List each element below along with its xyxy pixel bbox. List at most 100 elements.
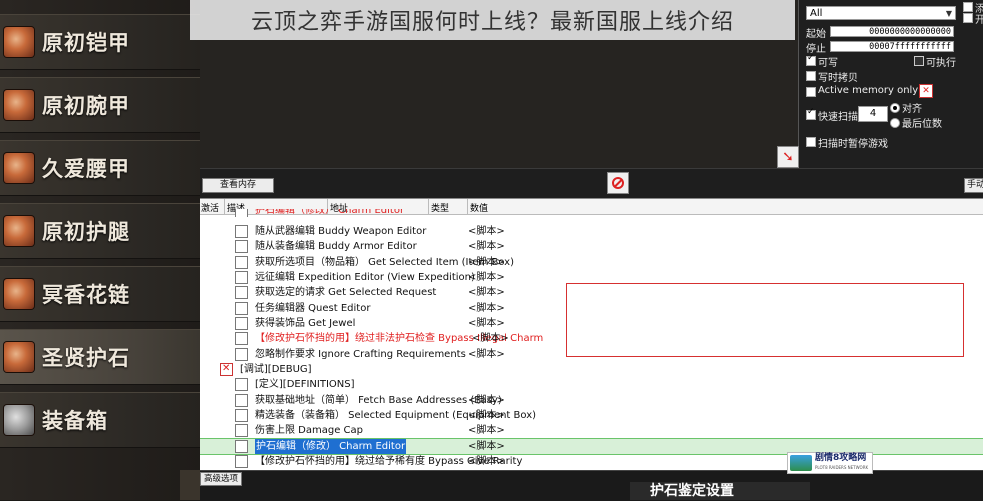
row-checkbox[interactable] xyxy=(235,332,248,345)
manual-add-button[interactable]: 手动添加 xyxy=(964,178,983,193)
option-checkbox-1[interactable] xyxy=(963,2,973,12)
writable-checkbox[interactable] xyxy=(806,53,816,66)
menu-item-label: 冥香花链 xyxy=(42,283,130,307)
advanced-options-button[interactable]: 高级选项 xyxy=(200,472,242,486)
row-description: 获取选定的请求 Get Selected Request xyxy=(255,287,437,298)
row-description: [调试][DEBUG] xyxy=(240,364,312,375)
stop-address-input[interactable]: 00007fffffffffff xyxy=(830,41,954,52)
close-icon[interactable]: ✕ xyxy=(919,84,933,98)
greaves-icon xyxy=(4,216,34,246)
option-checkbox-2[interactable] xyxy=(963,13,973,23)
menu-item-necklace[interactable]: 冥香花链 xyxy=(0,266,200,322)
fast-scan-label: 快速扫描 xyxy=(818,112,858,123)
row-checkbox[interactable] xyxy=(235,409,248,422)
pause-game-label: 扫描时暂停游戏 xyxy=(818,139,888,150)
row-checkbox[interactable] xyxy=(235,271,248,284)
active-memory-checkbox[interactable] xyxy=(806,87,816,97)
table-row[interactable]: [定义][DEFINITIONS] xyxy=(200,377,983,392)
table-row[interactable]: 随从装备编辑 Buddy Armor Editor <脚本> xyxy=(200,239,983,254)
menu-item-label: 久爱腰甲 xyxy=(42,157,130,181)
align-label: 对齐 xyxy=(902,104,922,115)
chevron-down-icon: ▼ xyxy=(945,9,952,18)
table-row[interactable]: 护石编辑（修改） Charm Editor xyxy=(200,209,983,217)
pause-game-checkbox[interactable] xyxy=(806,137,816,147)
site-watermark: 剧情8攻略网 PLOT8 RAIDERS NETWORK xyxy=(787,452,873,474)
table-row[interactable]: 获取所选项目（物品箱） Get Selected Item (Item Box)… xyxy=(200,255,983,270)
watermark-sub: PLOT8 RAIDERS NETWORK xyxy=(815,465,869,470)
last-digit-radio[interactable] xyxy=(890,118,900,128)
view-memory-button[interactable]: 查看内存 xyxy=(202,178,274,193)
row-description: 护石编辑（修改） Charm Editor xyxy=(255,209,405,216)
menu-item-label: 原初护腿 xyxy=(42,220,130,244)
row-checkbox[interactable] xyxy=(235,394,248,407)
last-digit-label: 最后位数 xyxy=(902,119,942,130)
menu-item-vambraces[interactable]: 原初腕甲 xyxy=(0,77,200,133)
row-checkbox[interactable] xyxy=(235,348,248,361)
row-value: <脚本> xyxy=(468,257,505,268)
group-checkbox[interactable] xyxy=(220,361,233,376)
row-value: <脚本> xyxy=(472,333,509,344)
option-label-2: 开 xyxy=(975,15,983,26)
clear-list-button[interactable] xyxy=(607,172,629,194)
start-address-input[interactable]: 0000000000000000 xyxy=(830,26,954,37)
writable-label: 可写 xyxy=(818,58,838,69)
row-value: <脚本> xyxy=(468,456,505,467)
fast-scan-input[interactable]: 4 xyxy=(858,106,888,122)
row-checkbox[interactable] xyxy=(235,286,248,299)
status-bar: 高级选项 xyxy=(200,470,983,501)
table-row[interactable]: 随从武器编辑 Buddy Weapon Editor <脚本> xyxy=(200,224,983,239)
article-title: 云顶之弈手游国服何时上线？最新国服上线介绍 xyxy=(250,10,734,35)
table-row[interactable]: 伤害上限 Damage Cap <脚本> xyxy=(200,423,983,438)
value-type-select[interactable]: All ▼ xyxy=(806,6,956,20)
active-memory-label: Active memory only xyxy=(818,85,919,96)
row-description: 任务编辑器 Quest Editor xyxy=(255,303,371,314)
row-description: 远征编辑 Expedition Editor (View Expedition) xyxy=(255,272,475,283)
fast-scan-checkbox[interactable] xyxy=(806,107,816,120)
row-checkbox[interactable] xyxy=(235,240,248,253)
menu-item-coil[interactable]: 久爱腰甲 xyxy=(0,140,200,196)
toolbar: 查看内存 手动添加 xyxy=(200,168,983,199)
table-row[interactable]: 获取基础地址（简单） Fetch Base Addresses (Easy) <… xyxy=(200,393,983,408)
copy-on-write-label: 写时拷贝 xyxy=(818,73,858,84)
row-checkbox[interactable] xyxy=(235,256,248,269)
executable-label: 可执行 xyxy=(926,58,956,69)
site-logo-icon xyxy=(790,455,812,471)
menu-item-greaves[interactable]: 原初护腿 xyxy=(0,203,200,259)
menu-item-armor[interactable]: 原初铠甲 xyxy=(0,14,200,70)
row-description: 随从武器编辑 Buddy Weapon Editor xyxy=(255,226,427,237)
game-frame-edge xyxy=(180,470,200,500)
row-checkbox[interactable] xyxy=(235,317,248,330)
article-title-banner: 云顶之弈手游国服何时上线？最新国服上线介绍 xyxy=(190,0,795,40)
row-checkbox[interactable] xyxy=(235,378,248,391)
row-checkbox[interactable] xyxy=(235,424,248,437)
row-description: 获得装饰品 Get Jewel xyxy=(255,318,356,329)
menu-item-label: 原初铠甲 xyxy=(42,31,130,55)
cheat-table[interactable]: 激活 描述 地址 类型 数值 护石编辑（修改） Charm Editor 随从武… xyxy=(200,198,983,471)
game-banner-text: 护石鉴定设置 xyxy=(630,482,810,500)
row-description: [定义][DEFINITIONS] xyxy=(255,379,355,390)
executable-checkbox[interactable] xyxy=(914,56,924,66)
row-checkbox[interactable] xyxy=(235,440,248,453)
row-checkbox[interactable] xyxy=(235,302,248,315)
menu-item-talisman[interactable]: 圣贤护石 xyxy=(0,329,200,385)
row-description: 获取基础地址（简单） Fetch Base Addresses (Easy) xyxy=(255,395,502,406)
row-checkbox[interactable] xyxy=(235,225,248,238)
copy-on-write-checkbox[interactable] xyxy=(806,71,816,81)
add-to-list-arrow-icon[interactable]: ➘ xyxy=(777,146,799,168)
table-row-group-debug[interactable]: [调试][DEBUG] xyxy=(200,361,983,377)
watermark-name: 剧情8攻略网 xyxy=(815,453,867,463)
row-value: <脚本> xyxy=(468,410,505,421)
row-value: <脚本> xyxy=(468,318,505,329)
row-description: 随从装备编辑 Buddy Armor Editor xyxy=(255,241,417,252)
align-radio[interactable] xyxy=(890,103,900,113)
menu-item-item-box[interactable]: 装备箱 xyxy=(0,392,200,448)
row-checkbox[interactable] xyxy=(235,455,248,468)
stop-icon xyxy=(612,177,624,189)
vambrace-icon xyxy=(4,90,34,120)
row-description: 忽略制作要求 Ignore Crafting Requirements xyxy=(255,349,466,360)
row-checkbox[interactable] xyxy=(235,209,248,217)
table-row[interactable]: 精选装备（装备箱） Selected Equipment (Equipment … xyxy=(200,408,983,423)
row-value: <脚本> xyxy=(468,425,505,436)
row-description: 伤害上限 Damage Cap xyxy=(255,425,364,436)
menu-item-label: 装备箱 xyxy=(42,409,108,433)
